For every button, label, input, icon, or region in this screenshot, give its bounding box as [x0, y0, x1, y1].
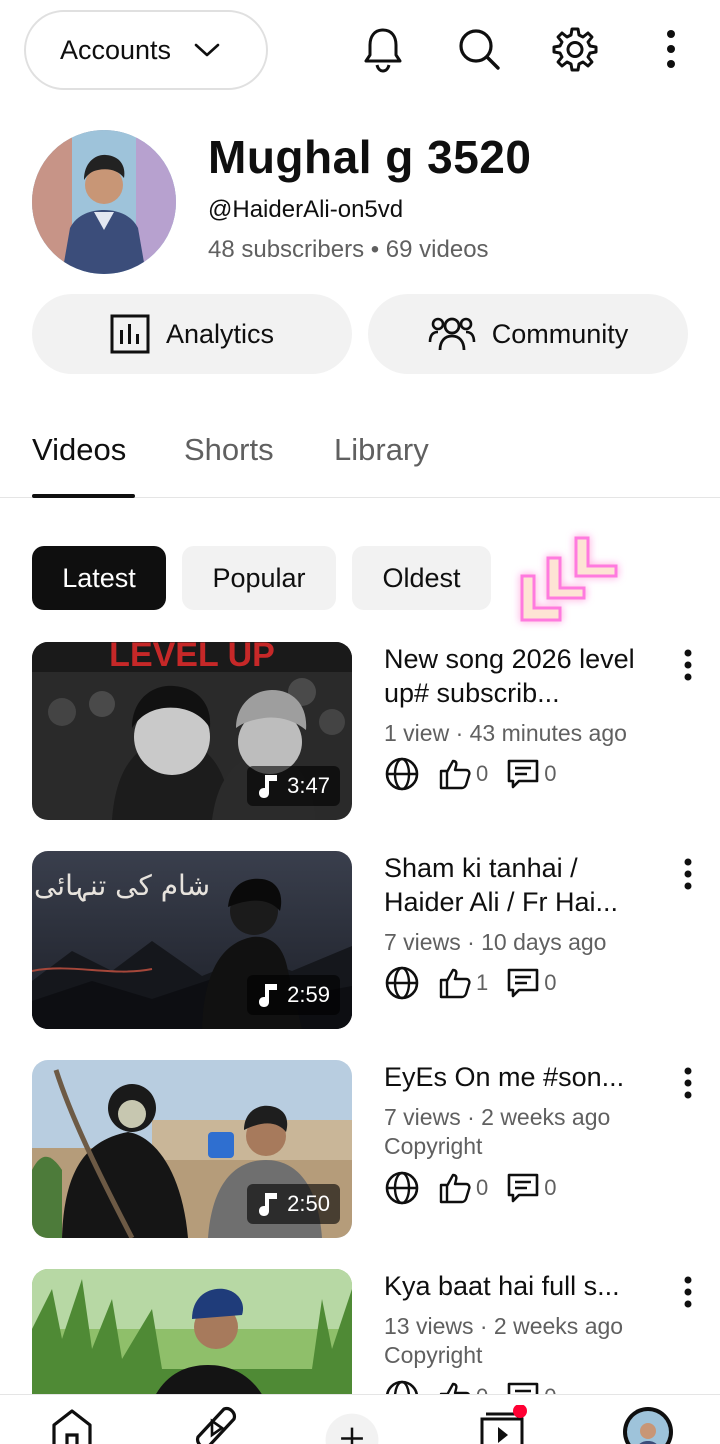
shorts-icon[interactable] — [188, 1405, 244, 1444]
video-item[interactable]: Kya baat hai full s... 13 views · 2 week… — [0, 1269, 720, 1394]
copyright-label: Copyright — [384, 1342, 483, 1368]
like-count: 0 — [476, 1175, 489, 1200]
channel-stats: 48 subscribers • 69 videos — [208, 236, 489, 263]
filter-popular[interactable]: Popular — [182, 546, 336, 610]
video-stats-row: 0 0 — [384, 1379, 557, 1394]
video-thumbnail[interactable]: شام کی تنہائی 2:59 — [32, 851, 352, 1029]
community-label: Community — [491, 318, 629, 349]
globe-icon — [384, 1170, 420, 1206]
video-title[interactable]: EyEs On me #son... — [384, 1060, 664, 1094]
channel-tabs: Videos Shorts Library — [0, 420, 720, 498]
globe-icon — [384, 1379, 420, 1394]
like-icon — [438, 1171, 472, 1205]
like-icon — [438, 757, 472, 791]
create-icon[interactable] — [324, 1405, 380, 1444]
like-icon — [438, 966, 472, 1000]
bottom-navigation — [0, 1394, 720, 1444]
more-vertical-icon[interactable] — [676, 1064, 700, 1104]
video-stats-row: 0 0 — [384, 756, 557, 792]
video-meta: 7 views · 10 days ago — [384, 929, 607, 955]
more-vertical-icon[interactable] — [676, 646, 700, 686]
comment-count: 0 — [544, 970, 557, 995]
video-meta: 13 views · 2 weeks ago — [384, 1313, 624, 1339]
video-meta: 1 view · 43 minutes ago — [384, 720, 627, 746]
like-icon — [438, 1380, 472, 1394]
video-item[interactable]: LEVEL UP 3:47 New song 2026 level up# su… — [0, 642, 720, 822]
duration-text: 3:47 — [287, 773, 330, 798]
channel-header: Mughal g 3520 @HaiderAli-on5vd 48 subscr… — [32, 130, 692, 275]
tab-shorts[interactable]: Shorts — [184, 432, 274, 468]
gear-icon[interactable] — [550, 24, 600, 74]
comment-count: 0 — [544, 1175, 557, 1200]
music-note-icon — [259, 1193, 278, 1216]
accounts-button[interactable]: Accounts — [24, 10, 268, 90]
more-vertical-icon[interactable] — [646, 24, 696, 74]
video-item[interactable]: شام کی تنہائی 2:59 Sham ki tanhai / Haid… — [0, 851, 720, 1031]
music-note-icon — [259, 984, 278, 1007]
video-title[interactable]: New song 2026 level up# subscrib... — [384, 642, 664, 710]
thumbnail-banner-text: LEVEL UP — [109, 642, 275, 674]
accounts-label: Accounts — [60, 34, 172, 65]
duration-badge: 3:47 — [247, 766, 340, 806]
duration-badge: 2:59 — [247, 975, 340, 1015]
comment-icon — [506, 966, 540, 1000]
subscriptions-icon[interactable] — [476, 1405, 532, 1444]
analytics-icon — [110, 314, 150, 354]
channel-name: Mughal g 3520 — [208, 131, 532, 183]
video-stats-row: 1 0 — [384, 965, 557, 1001]
chevron-down-icon — [194, 43, 220, 57]
duration-badge: 2:50 — [247, 1184, 340, 1224]
comment-icon — [506, 1380, 540, 1394]
comment-icon — [506, 1171, 540, 1205]
people-icon — [428, 317, 476, 351]
video-thumbnail[interactable]: LEVEL UP 3:47 — [32, 642, 352, 820]
video-stats-row: 0 0 — [384, 1170, 557, 1206]
analytics-button[interactable]: Analytics — [32, 294, 352, 374]
duration-text: 2:59 — [287, 982, 330, 1007]
search-icon[interactable] — [454, 24, 504, 74]
more-vertical-icon[interactable] — [676, 1273, 700, 1313]
thumbnail-urdu-text: شام کی تنہائی — [34, 869, 210, 902]
bell-icon[interactable] — [358, 24, 408, 74]
comment-icon — [506, 757, 540, 791]
sparkle-decoration-icon — [520, 536, 618, 622]
active-tab-indicator — [32, 494, 135, 498]
tab-videos[interactable]: Videos — [32, 432, 126, 468]
community-button[interactable]: Community — [368, 294, 688, 374]
globe-icon — [384, 965, 420, 1001]
video-title[interactable]: Sham ki tanhai / Haider Ali / Fr Hai... — [384, 851, 664, 919]
avatar[interactable] — [32, 130, 176, 274]
like-count: 0 — [476, 1384, 488, 1394]
comment-count: 0 — [544, 761, 557, 786]
filter-oldest[interactable]: Oldest — [352, 546, 491, 610]
video-thumbnail[interactable] — [32, 1269, 352, 1394]
duration-text: 2:50 — [287, 1191, 330, 1216]
top-bar: Accounts — [0, 10, 720, 90]
music-note-icon — [259, 775, 278, 798]
channel-handle: @HaiderAli-on5vd — [208, 196, 404, 223]
more-vertical-icon[interactable] — [676, 855, 700, 895]
analytics-label: Analytics — [165, 318, 275, 349]
video-meta: 7 views · 2 weeks ago — [384, 1104, 611, 1130]
like-count: 0 — [476, 761, 489, 786]
home-icon[interactable] — [44, 1405, 100, 1444]
copyright-label: Copyright — [384, 1133, 483, 1159]
like-count: 1 — [476, 970, 489, 995]
filter-latest[interactable]: Latest — [32, 546, 166, 610]
video-title[interactable]: Kya baat hai full s... — [384, 1269, 664, 1303]
you-avatar[interactable] — [620, 1405, 676, 1444]
video-thumbnail[interactable]: 2:50 — [32, 1060, 352, 1238]
globe-icon — [384, 756, 420, 792]
video-item[interactable]: 2:50 EyEs On me #son... 7 views · 2 week… — [0, 1060, 720, 1240]
tab-library[interactable]: Library — [334, 432, 429, 468]
comment-count: 0 — [544, 1384, 556, 1394]
